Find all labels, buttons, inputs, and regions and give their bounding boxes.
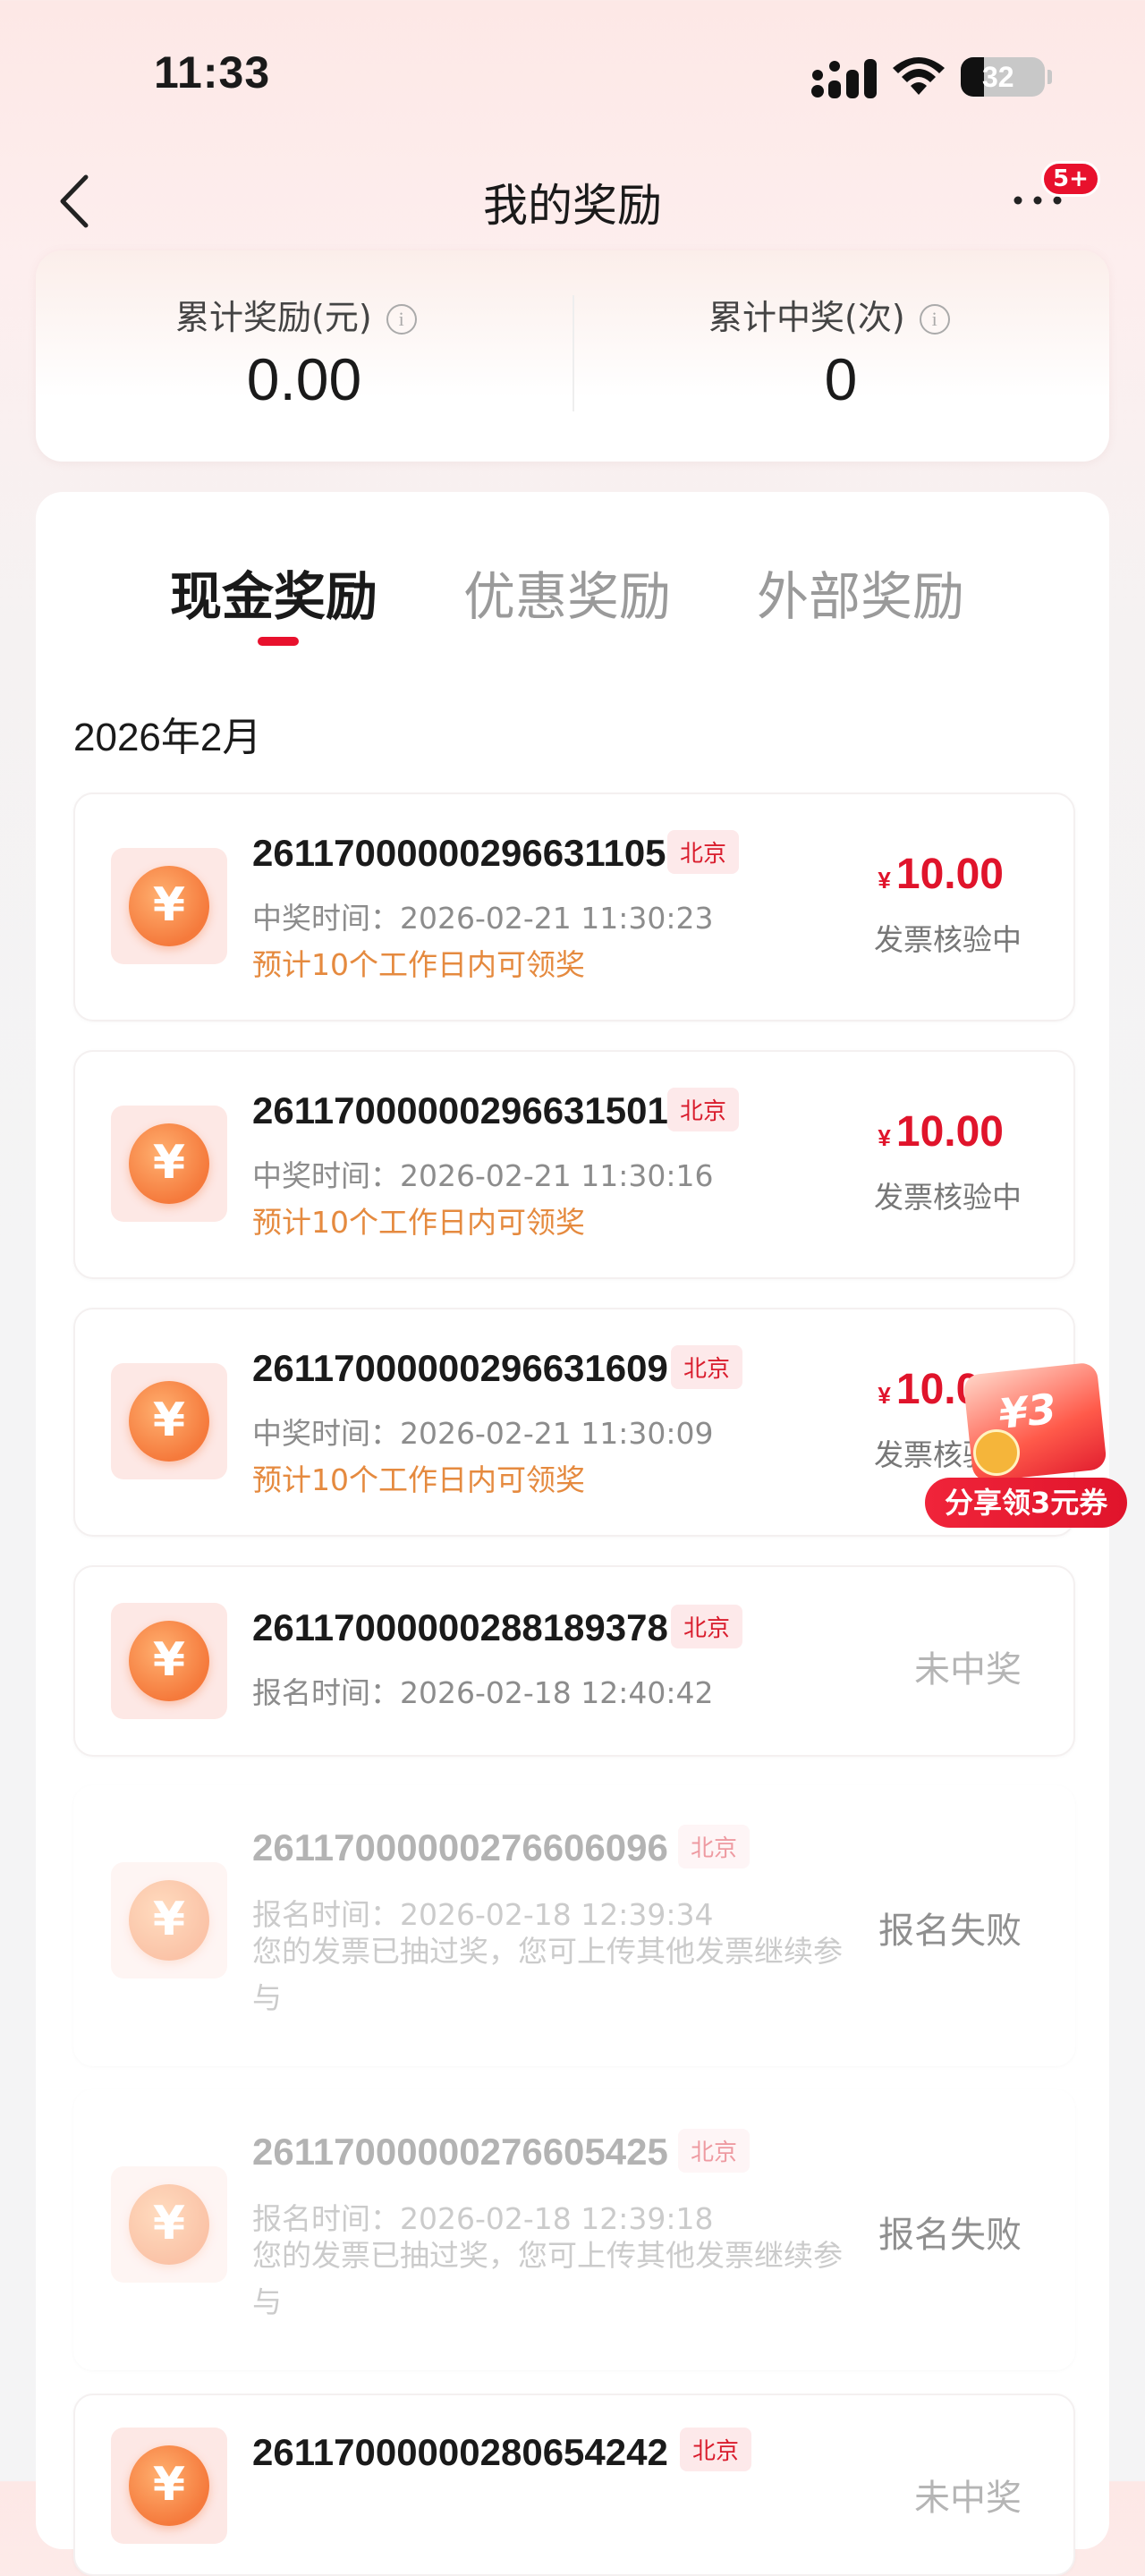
record-note: 预计10个工作日内可领奖 (252, 947, 585, 982)
record-id: 26117000000296631609 (252, 1347, 668, 1389)
signal-icon (811, 59, 877, 98)
tab-cash-reward[interactable]: 现金奖励 (170, 555, 377, 630)
record-time: 中奖时间：2026-02-21 11:30:23 (252, 901, 714, 936)
list-item[interactable]: ¥ 26117000000288189378 北京 报名时间：2026-02-1… (73, 1565, 1075, 1757)
record-note: 您的发票已抽过奖，您可上传其他发票继续参与 (252, 2238, 843, 2319)
total-reward-value: 0.00 (246, 346, 362, 412)
share-coupon-promo[interactable]: ¥3 分享领3元券 (921, 1360, 1145, 1530)
total-reward-label-row: 累计奖励(元) i (175, 290, 417, 339)
record-id: 26117000000276605425 (252, 2131, 668, 2173)
record-note: 预计10个工作日内可领奖 (252, 1205, 585, 1240)
coin-yuan-icon: ¥ (111, 1106, 227, 1222)
record-id: 26117000000280654242 (252, 2431, 668, 2473)
total-wins-label-row: 累计中奖(次) i (708, 290, 950, 339)
record-note: 您的发票已抽过奖，您可上传其他发票继续参与 (252, 1934, 843, 2015)
record-status: 发票核验中 (874, 1180, 1022, 1215)
tab-external-reward[interactable]: 外部奖励 (757, 555, 964, 630)
info-icon[interactable]: i (919, 304, 950, 335)
city-badge: 北京 (667, 830, 740, 874)
city-badge: 北京 (680, 2428, 752, 2471)
city-badge: 北京 (678, 1825, 751, 1868)
list-item[interactable]: ¥ 26117000000280654242 北京 未中奖 (73, 2394, 1075, 2576)
coin-yuan-icon: ¥ (111, 2166, 227, 2283)
record-time: 中奖时间：2026-02-21 11:30:09 (252, 1416, 714, 1451)
coin-yuan-icon: ¥ (111, 1363, 227, 1479)
record-note: 预计10个工作日内可领奖 (252, 1462, 585, 1497)
record-status: 未中奖 (914, 2478, 1022, 2519)
battery-icon: 32 (961, 57, 1052, 97)
coin-yuan-icon: ¥ (111, 2428, 227, 2544)
record-time: 报名时间：2026-02-18 12:39:18 (252, 2201, 714, 2236)
total-reward-label: 累计奖励(元) (175, 298, 372, 337)
list-item[interactable]: ¥ 26117000000276606096 北京 报名时间：2026-02-1… (73, 1785, 1075, 2066)
list-item[interactable]: ¥ 26117000000296631105 北京 中奖时间：2026-02-2… (73, 792, 1075, 1021)
record-time: 报名时间：2026-02-18 12:39:34 (252, 1897, 714, 1932)
record-id: 26117000000296631501 (252, 1089, 668, 1131)
tab-discount-reward[interactable]: 优惠奖励 (463, 555, 671, 630)
active-tab-indicator (258, 637, 299, 646)
city-badge: 北京 (671, 1345, 743, 1389)
city-badge: 北京 (671, 1605, 743, 1648)
promo-label: 分享领3元券 (925, 1478, 1128, 1528)
promo-coin-icon (973, 1429, 1020, 1476)
reward-amount: ¥10.00 (878, 1108, 1004, 1156)
battery-level: 32 (982, 61, 1014, 93)
coin-yuan-icon: ¥ (111, 848, 227, 964)
list-item[interactable]: ¥ 26117000000296631501 北京 中奖时间：2026-02-2… (73, 1050, 1075, 1279)
summary-card: 累计奖励(元) i 0.00 累计中奖(次) i 0 (36, 250, 1109, 462)
status-time: 11:33 (154, 47, 271, 97)
total-wins-label: 累计中奖(次) (708, 298, 905, 337)
wifi-icon (893, 57, 945, 95)
total-wins-value: 0 (824, 346, 858, 412)
coin-yuan-icon: ¥ (111, 1862, 227, 1979)
record-time: 中奖时间：2026-02-21 11:30:16 (252, 1158, 714, 1193)
record-status: 未中奖 (914, 1649, 1022, 1690)
notification-badge: 5+ (1041, 161, 1100, 197)
record-status: 报名失败 (878, 1911, 1022, 1952)
record-status: 发票核验中 (874, 922, 1022, 957)
record-time: 报名时间：2026-02-18 12:40:42 (252, 1675, 714, 1710)
city-badge: 北京 (667, 1088, 740, 1131)
info-icon[interactable]: i (386, 304, 417, 335)
month-header: 2026年2月 (73, 716, 262, 759)
reward-amount: ¥10.00 (878, 851, 1004, 898)
record-status: 报名失败 (878, 2215, 1022, 2256)
city-badge: 北京 (678, 2129, 751, 2173)
record-id: 26117000000288189378 (252, 1606, 668, 1648)
record-id: 26117000000276606096 (252, 1826, 668, 1868)
list-item[interactable]: ¥ 26117000000276605425 北京 报名时间：2026-02-1… (73, 2089, 1075, 2370)
record-id: 26117000000296631105 (252, 832, 666, 874)
coin-yuan-icon: ¥ (111, 1603, 227, 1719)
page-title: 我的奖励 (483, 180, 662, 232)
